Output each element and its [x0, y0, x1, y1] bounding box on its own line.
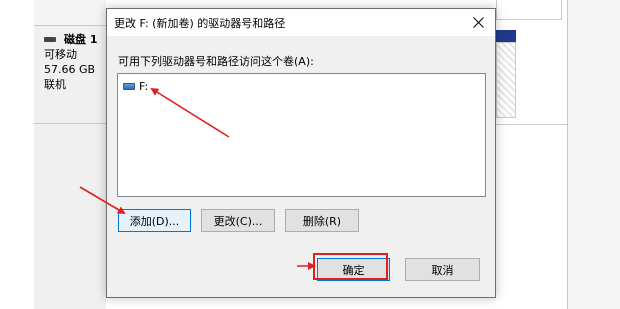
- list-item[interactable]: F:: [123, 79, 148, 93]
- disk-size: 57.66 GB: [44, 63, 96, 76]
- disk-name: 磁盘 1: [64, 33, 98, 46]
- cancel-button[interactable]: 取消: [405, 258, 480, 281]
- disk-info-panel[interactable]: 磁盘 1 可移动 57.66 GB 联机: [34, 26, 106, 124]
- change-drive-letter-dialog: 更改 F: (新加卷) 的驱动器号和路径 可用下列驱动器号和路径访问这个卷(A)…: [106, 8, 496, 298]
- volume-header-bar: [496, 30, 516, 42]
- ok-highlight-box: [313, 253, 388, 280]
- close-icon: [472, 17, 484, 28]
- add-button[interactable]: 添加(D)...: [118, 209, 191, 232]
- list-item-label: F:: [139, 79, 149, 93]
- drive-path-listbox[interactable]: F:: [117, 73, 486, 197]
- remove-button[interactable]: 删除(R): [285, 209, 359, 232]
- volume-selected-tile[interactable]: [496, 42, 516, 118]
- volume-tile-top[interactable]: [496, 0, 562, 20]
- disk-type: 可移动: [44, 48, 77, 61]
- drive-icon: [123, 82, 135, 90]
- previous-disk-row: [34, 0, 106, 26]
- change-button[interactable]: 更改(C)...: [201, 209, 275, 232]
- access-paths-label: 可用下列驱动器号和路径访问这个卷(A):: [118, 55, 314, 68]
- disk-icon: [44, 37, 56, 42]
- empty-disk-area: [34, 124, 106, 309]
- dialog-title: 更改 F: (新加卷) 的驱动器号和路径: [114, 17, 286, 30]
- dialog-titlebar[interactable]: 更改 F: (新加卷) 的驱动器号和路径: [107, 9, 495, 36]
- divider: [496, 124, 568, 125]
- close-button[interactable]: [461, 9, 495, 36]
- disk-status: 联机: [44, 78, 66, 91]
